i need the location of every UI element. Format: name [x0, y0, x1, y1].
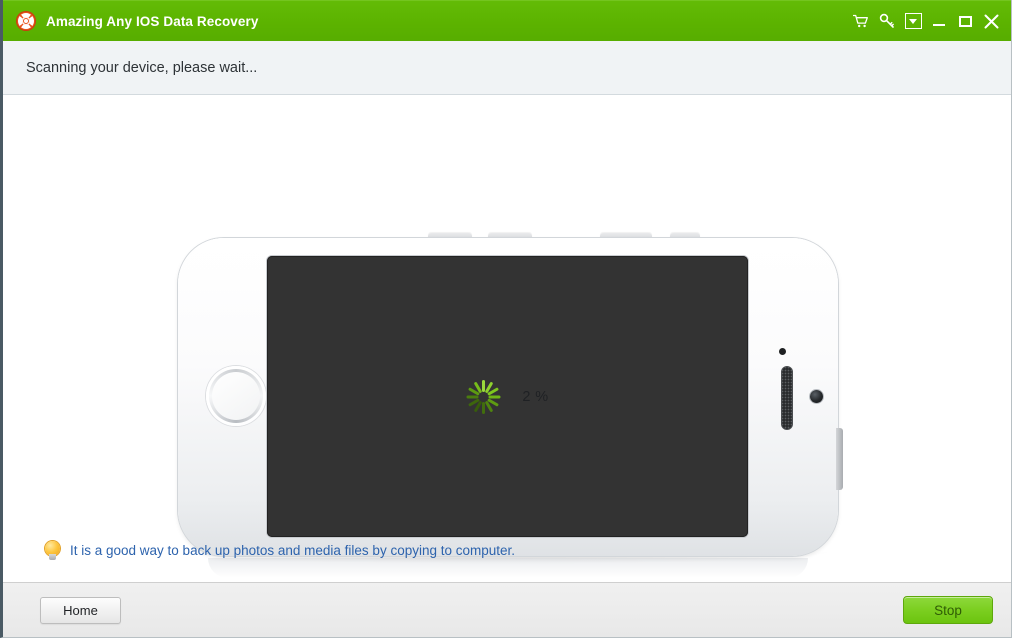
scan-progress-group: 2 % [267, 379, 748, 414]
title-bar-left: Amazing Any IOS Data Recovery [16, 11, 258, 31]
home-button[interactable]: Home [40, 596, 121, 624]
app-window: Amazing Any IOS Data Recovery Scanning y… [0, 0, 1012, 638]
title-bar: Amazing Any IOS Data Recovery [3, 0, 1011, 41]
maximize-icon[interactable] [953, 9, 977, 33]
scan-percent-label: 2 % [522, 388, 549, 405]
device-reflection [208, 558, 808, 578]
front-camera-icon [810, 390, 823, 403]
stop-button[interactable]: Stop [903, 596, 993, 624]
minimize-icon[interactable] [927, 9, 951, 33]
device-illustration: 2 % [178, 233, 843, 578]
proximity-sensor-icon [779, 348, 786, 355]
app-title: Amazing Any IOS Data Recovery [46, 13, 259, 29]
menu-dropdown-icon[interactable] [901, 9, 925, 33]
close-icon[interactable] [979, 9, 1003, 33]
status-message: Scanning your device, please wait... [26, 59, 258, 76]
title-bar-controls [849, 9, 1003, 33]
power-button-icon [836, 428, 843, 490]
main-content: 2 % It is a good way to back up photos a… [3, 95, 1011, 582]
tip-text: It is a good way to back up photos and m… [70, 543, 516, 558]
cart-icon[interactable] [849, 9, 873, 33]
footer-bar: Home Stop [3, 582, 1011, 637]
device-screen: 2 % [267, 256, 748, 537]
device-home-button-icon [206, 366, 266, 426]
lifebuoy-icon [16, 11, 36, 31]
status-strip: Scanning your device, please wait... [3, 41, 1011, 95]
key-icon[interactable] [875, 9, 899, 33]
earpiece-speaker-icon [781, 366, 793, 430]
lightbulb-icon [44, 541, 61, 560]
tip-row: It is a good way to back up photos and m… [44, 541, 515, 560]
loading-spinner-icon [466, 379, 501, 414]
